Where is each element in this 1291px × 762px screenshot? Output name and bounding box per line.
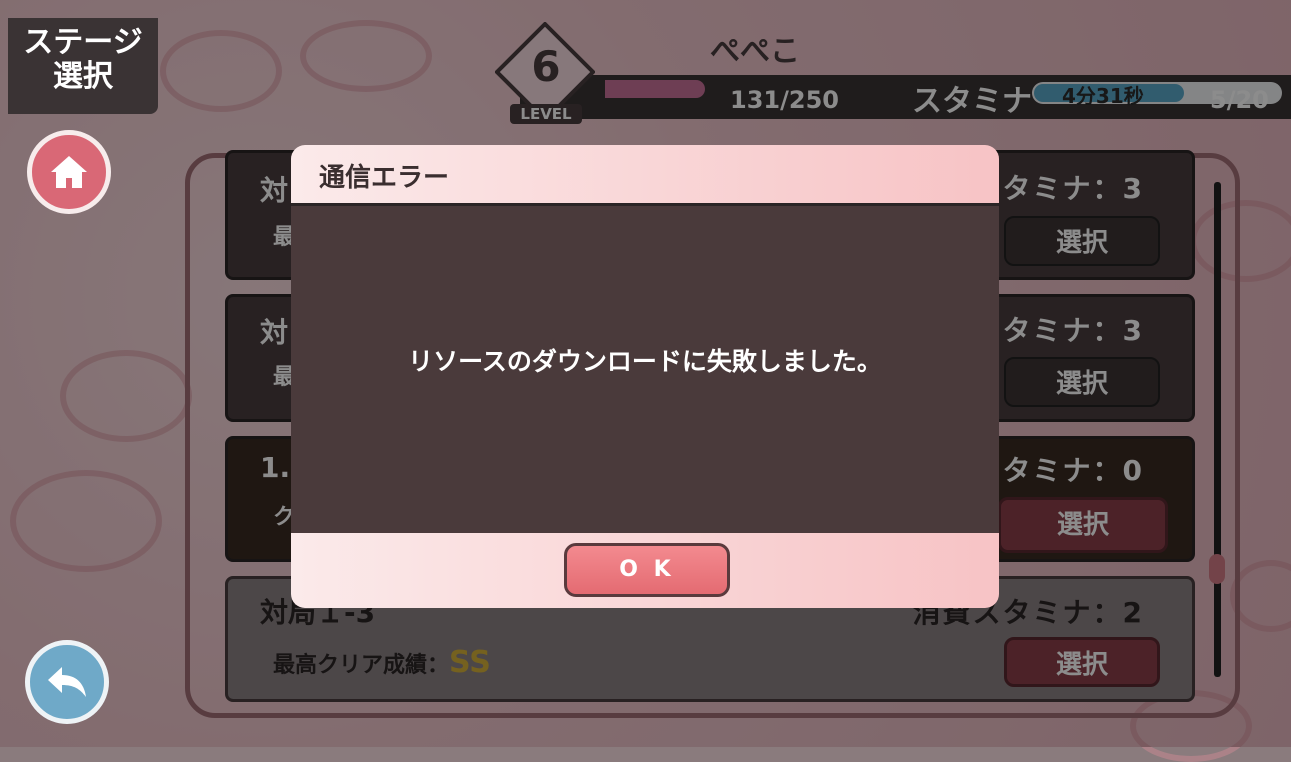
error-dialog: 通信エラー リソースのダウンロードに失敗しました。 O K (291, 145, 999, 608)
stage-select-label: ステージ 選択 (23, 25, 143, 94)
ok-button[interactable]: O K (564, 543, 730, 597)
dialog-title: 通信エラー (319, 163, 450, 193)
back-arrow-icon (48, 667, 86, 697)
home-button[interactable] (27, 130, 111, 214)
stage-select-button[interactable]: ステージ 選択 (8, 18, 158, 114)
dialog-message: リソースのダウンロードに失敗しました。 (408, 347, 882, 376)
back-button[interactable] (25, 640, 109, 724)
home-icon (51, 156, 87, 188)
dialog-header: 通信エラー (291, 145, 999, 206)
